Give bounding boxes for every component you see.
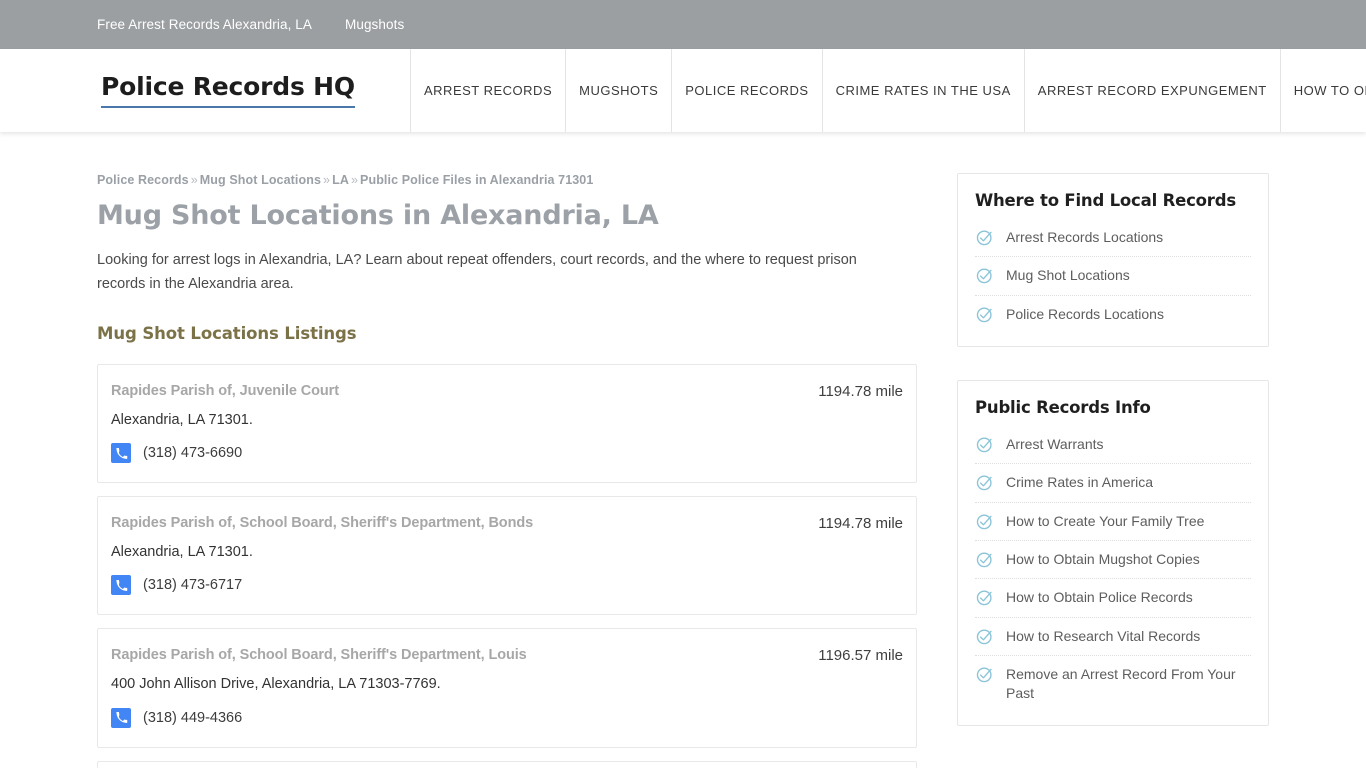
- list-item: Arrest Warrants: [975, 426, 1251, 465]
- list-item: Mug Shot Locations: [975, 257, 1251, 296]
- sidebar-link-label: How to Obtain Police Records: [1006, 589, 1193, 606]
- sidebar-link-police-records-locations[interactable]: Police Records Locations: [975, 296, 1251, 333]
- breadcrumb-separator: »: [350, 173, 359, 187]
- listing-name[interactable]: Rapides Parish of, Juvenile Court: [111, 382, 339, 401]
- listing-phone-number[interactable]: (318) 449-4366: [143, 710, 242, 726]
- top-utility-bar: Free Arrest Records Alexandria, LA Mugsh…: [0, 0, 1366, 49]
- sidebar-link-label: How to Obtain Mugshot Copies: [1006, 550, 1200, 567]
- check-circle-icon: [975, 512, 995, 531]
- listing-name[interactable]: Rapides Parish of, School Board, Sheriff…: [111, 514, 533, 533]
- widget-list: Arrest Warrants Crime Rates in America H…: [975, 426, 1251, 713]
- sidebar-link-remove-an-arrest-record-from-your-past[interactable]: Remove an Arrest Record From Your Past: [975, 656, 1251, 713]
- sidebar-link-mug-shot-locations[interactable]: Mug Shot Locations: [975, 257, 1251, 294]
- sidebar-link-label: How to Create Your Family Tree: [1006, 512, 1205, 529]
- list-item: Remove an Arrest Record From Your Past: [975, 656, 1251, 713]
- list-item: How to Obtain Mugshot Copies: [975, 541, 1251, 580]
- sidebar-link-label: Remove an Arrest Record From Your Past: [1006, 665, 1236, 702]
- breadcrumb-item-mug-shot-locations[interactable]: Mug Shot Locations: [200, 173, 321, 187]
- breadcrumb: Police Records» Mug Shot Locations» LA» Pub…: [97, 173, 917, 187]
- list-item: How to Research Vital Records: [975, 618, 1251, 656]
- listing-header-row: Rapides Parish of, School Board, Sheriff…: [111, 514, 903, 534]
- widget-title: Where to Find Local Records: [975, 191, 1236, 210]
- nav-item-crime-rates-in-the-usa[interactable]: CRIME RATES IN THE USA: [821, 49, 1024, 132]
- widget-list: Arrest Records Locations Mug Shot Locati…: [975, 219, 1251, 333]
- topbar-link-mugshots[interactable]: Mugshots: [345, 17, 404, 32]
- listing-card[interactable]: Rapides Parish of, School Board, Sheriff…: [97, 628, 917, 748]
- listing-name[interactable]: Rapides Parish of, School Board, Sheriff…: [111, 646, 527, 665]
- check-circle-icon: [975, 473, 995, 492]
- listing-phone-number[interactable]: (318) 473-6690: [143, 445, 242, 461]
- logo-container: Police Records HQ: [0, 49, 410, 132]
- check-circle-icon: [975, 228, 995, 247]
- widget-title: Public Records Info: [975, 397, 1151, 417]
- listing-phone-row: (318) 473-6717: [111, 575, 903, 596]
- listing-card[interactable]: Rapides Parish of, School Board, Sheriff…: [97, 496, 917, 616]
- sidebar-link-label: Mug Shot Locations: [1006, 267, 1130, 284]
- topbar-link-free-arrest-records[interactable]: Free Arrest Records Alexandria, LA: [97, 17, 312, 32]
- check-circle-icon: [975, 266, 995, 285]
- listings-section-title: Mug Shot Locations Listings: [97, 324, 357, 344]
- site-logo[interactable]: Police Records HQ: [101, 73, 355, 108]
- list-item: Police Records Locations: [975, 296, 1251, 333]
- listing-phone-row: (318) 473-6690: [111, 443, 903, 464]
- listing-card[interactable]: Rapides Parish of, School Board, Sheriff…: [97, 760, 917, 768]
- sidebar-link-arrest-records-locations[interactable]: Arrest Records Locations: [975, 219, 1251, 256]
- sidebar-link-label: Arrest Warrants: [1006, 435, 1104, 452]
- sidebar-link-how-to-create-your-family-tree[interactable]: How to Create Your Family Tree: [975, 503, 1251, 540]
- listing-address: 400 John Allison Drive, Alexandria, LA 7…: [111, 675, 441, 692]
- listing-distance: 1196.57 mile: [818, 647, 903, 665]
- page-body: Police Records» Mug Shot Locations» LA» Pub…: [0, 132, 1366, 768]
- sidebar-link-label: Crime Rates in America: [1006, 474, 1154, 491]
- check-circle-icon: [975, 627, 995, 646]
- check-circle-icon: [975, 550, 995, 569]
- listing-header-row: Rapides Parish of, Juvenile Court 1194.7…: [111, 382, 903, 402]
- list-item: How to Create Your Family Tree: [975, 503, 1251, 541]
- page-intro-text: Looking for arrest logs in Alexandria, L…: [97, 252, 857, 292]
- main-content: Police Records» Mug Shot Locations» LA» Pub…: [97, 173, 917, 768]
- sidebar-link-how-to-obtain-mugshot-copies[interactable]: How to Obtain Mugshot Copies: [975, 541, 1251, 578]
- sidebar: Where to Find Local Records Arrest Recor…: [957, 173, 1269, 768]
- breadcrumb-item-la[interactable]: LA: [332, 173, 349, 187]
- sidebar-link-label: How to Research Vital Records: [1006, 627, 1201, 644]
- widget-where-to-find-local-records: Where to Find Local Records Arrest Recor…: [957, 173, 1269, 347]
- nav-item-police-records[interactable]: POLICE RECORDS: [671, 49, 821, 132]
- list-item: How to Obtain Police Records: [975, 579, 1251, 618]
- nav-item-arrest-record-expungement[interactable]: ARREST RECORD EXPUNGEMENT: [1023, 49, 1280, 132]
- listing-distance: 1194.78 mile: [818, 515, 903, 533]
- listing-address: Alexandria, LA 71301.: [111, 411, 253, 428]
- breadcrumb-item-current: Public Police Files in Alexandria 71301: [360, 173, 594, 187]
- nav-item-mugshots[interactable]: MUGSHOTS: [565, 49, 671, 132]
- breadcrumb-separator: »: [190, 173, 198, 187]
- main-navigation: ARREST RECORDS MUGSHOTS POLICE RECORDS C…: [410, 49, 1366, 132]
- listing-distance: 1194.78 mile: [818, 383, 903, 401]
- sidebar-link-label: Police Records Locations: [1006, 305, 1164, 322]
- sidebar-link-how-to-research-vital-records[interactable]: How to Research Vital Records: [975, 618, 1251, 655]
- check-circle-icon: [975, 588, 995, 607]
- phone-icon: [111, 707, 131, 728]
- widget-public-records-info: Public Records Info Arrest Warrants Crim…: [957, 379, 1269, 727]
- sidebar-link-arrest-warrants[interactable]: Arrest Warrants: [975, 426, 1251, 463]
- listing-phone-number[interactable]: (318) 473-6717: [143, 577, 242, 593]
- listing-address: Alexandria, LA 71301.: [111, 543, 253, 560]
- breadcrumb-separator: »: [323, 173, 331, 187]
- breadcrumb-item-police-records[interactable]: Police Records: [97, 173, 189, 187]
- nav-item-arrest-records[interactable]: ARREST RECORDS: [410, 49, 565, 132]
- sidebar-link-crime-rates-in-america[interactable]: Crime Rates in America: [975, 464, 1251, 501]
- phone-icon: [111, 575, 131, 596]
- listing-card[interactable]: Rapides Parish of, Juvenile Court 1194.7…: [97, 364, 917, 484]
- list-item: Crime Rates in America: [975, 464, 1251, 503]
- page-title: Mug Shot Locations in Alexandria, LA: [97, 200, 659, 231]
- sidebar-link-label: Arrest Records Locations: [1006, 229, 1164, 245]
- list-item: Arrest Records Locations: [975, 219, 1251, 258]
- listing-header-row: Rapides Parish of, School Board, Sheriff…: [111, 646, 903, 666]
- listing-phone-row: (318) 449-4366: [111, 707, 903, 728]
- sidebar-link-how-to-obtain-police-records[interactable]: How to Obtain Police Records: [975, 579, 1251, 616]
- check-circle-icon: [975, 305, 995, 324]
- check-circle-icon: [975, 665, 995, 684]
- check-circle-icon: [975, 435, 995, 454]
- phone-icon: [111, 443, 131, 464]
- nav-item-how-to-obtain-public-records[interactable]: HOW TO OBTAIN PUBLIC RECORDS: [1279, 49, 1366, 132]
- site-header: Police Records HQ ARREST RECORDS MUGSHOT…: [0, 49, 1366, 132]
